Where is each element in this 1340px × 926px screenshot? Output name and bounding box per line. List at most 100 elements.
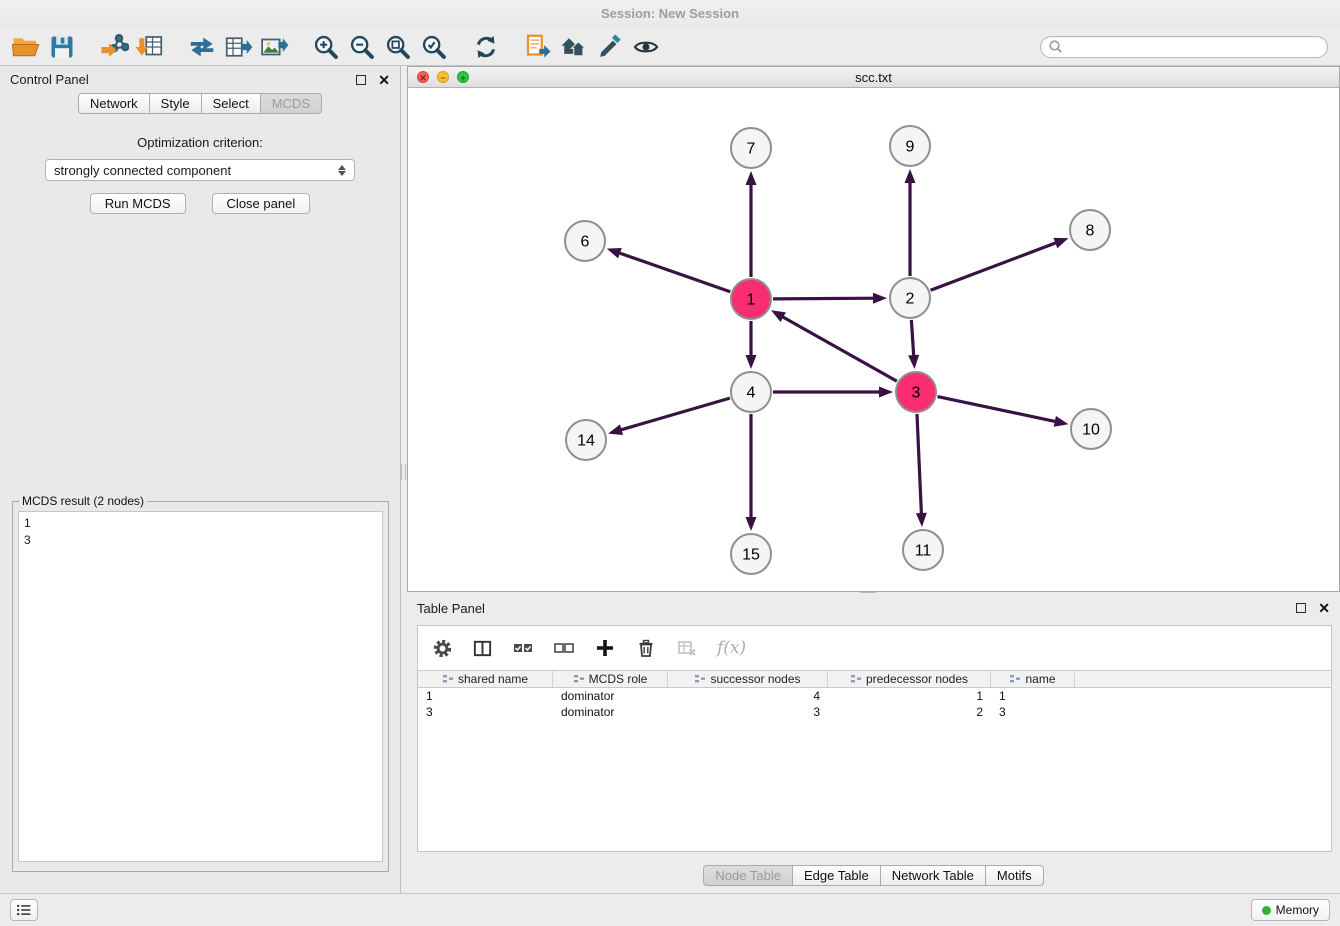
memory-button[interactable]: Memory	[1251, 899, 1330, 921]
refresh-view-button[interactable]	[468, 31, 504, 63]
graph-edge-2-9[interactable]	[905, 169, 916, 276]
graph-edge-1-7[interactable]	[746, 171, 757, 277]
table-row[interactable]: 1dominator411	[418, 688, 1331, 704]
graph-edge-4-14[interactable]	[608, 398, 730, 435]
add-column-button[interactable]	[594, 637, 616, 659]
table-panel-title: Table Panel	[417, 601, 485, 616]
table-cell: dominator	[553, 704, 668, 720]
deselect-all-rows-button[interactable]	[553, 637, 575, 659]
zoom-in-button[interactable]	[308, 31, 344, 63]
open-session-button[interactable]	[8, 31, 44, 63]
close-table-panel-icon[interactable]: ✕	[1318, 601, 1330, 615]
svg-text:8: 8	[1086, 223, 1095, 240]
import-table-button[interactable]	[132, 31, 168, 63]
select-all-rows-button[interactable]	[512, 637, 534, 659]
table-header-row: shared nameMCDS rolesuccessor nodesprede…	[418, 670, 1331, 688]
graph-node-6[interactable]: 6	[565, 221, 605, 261]
close-window-icon[interactable]: ✕	[417, 71, 429, 83]
tab-network[interactable]: Network	[78, 93, 150, 114]
zoom-out-button[interactable]	[344, 31, 380, 63]
open-folder-icon	[11, 32, 41, 62]
search-input[interactable]	[1063, 40, 1320, 54]
column-header-shared-name[interactable]: shared name	[418, 671, 553, 687]
task-history-button[interactable]	[10, 899, 38, 921]
column-header-predecessor-nodes[interactable]: predecessor nodes	[828, 671, 991, 687]
zoom-selected-button[interactable]	[416, 31, 452, 63]
zoom-fit-button[interactable]	[380, 31, 416, 63]
graph-edge-1-2[interactable]	[773, 293, 887, 304]
tab-mcds[interactable]: MCDS	[260, 93, 322, 114]
table-row[interactable]: 3dominator323	[418, 704, 1331, 720]
function-builder-button[interactable]: f(x)	[717, 638, 746, 658]
table-settings-button[interactable]	[432, 638, 453, 659]
table-cell: 3	[418, 704, 553, 720]
minimize-window-icon[interactable]: −	[437, 71, 449, 83]
window-title: Session: New Session	[601, 6, 739, 21]
graph-edge-4-3[interactable]	[773, 387, 893, 398]
graph-node-7[interactable]: 7	[731, 128, 771, 168]
network-view-window: scc.txt ✕ − + 7968124310141511	[407, 66, 1340, 592]
graph-edge-3-10[interactable]	[938, 397, 1069, 427]
tab-style[interactable]: Style	[149, 93, 202, 114]
graph-edge-2-3[interactable]	[908, 320, 919, 369]
swap-arrows-icon	[187, 32, 217, 62]
maximize-window-icon[interactable]: +	[457, 71, 469, 83]
graph-node-11[interactable]: 11	[903, 530, 943, 570]
tab-node-table[interactable]: Node Table	[703, 865, 793, 886]
memory-label: Memory	[1276, 903, 1319, 917]
float-table-panel-icon[interactable]	[1296, 603, 1306, 613]
control-panel-title: Control Panel	[10, 72, 89, 87]
tab-select[interactable]: Select	[201, 93, 261, 114]
graph-node-4[interactable]: 4	[731, 372, 771, 412]
close-panel-button[interactable]: Close panel	[212, 193, 311, 214]
graph-edge-4-15[interactable]	[746, 414, 757, 531]
home-icon	[559, 32, 589, 62]
graph-node-9[interactable]: 9	[890, 126, 930, 166]
column-header-successor-nodes[interactable]: successor nodes	[668, 671, 828, 687]
home-button[interactable]	[556, 31, 592, 63]
graph-node-8[interactable]: 8	[1070, 210, 1110, 250]
close-panel-icon[interactable]: ✕	[378, 73, 390, 87]
graph-edge-1-4[interactable]	[746, 321, 757, 369]
float-panel-icon[interactable]	[356, 75, 366, 85]
graph-edge-2-8[interactable]	[931, 238, 1069, 290]
run-mcds-button[interactable]: Run MCDS	[90, 193, 186, 214]
export-table-icon	[223, 32, 253, 62]
network-canvas[interactable]: 7 9 6 8 1 2 4 3 10 14 15 11	[408, 89, 1339, 591]
graph-edge-3-11[interactable]	[916, 414, 927, 527]
graph-edge-1-6[interactable]	[607, 248, 731, 292]
select-columns-button[interactable]	[472, 638, 493, 659]
column-header-mcds-role[interactable]: MCDS role	[553, 671, 668, 687]
delete-table-button[interactable]	[676, 637, 698, 659]
result-line: 3	[24, 532, 377, 549]
copy-view-button[interactable]	[520, 31, 556, 63]
graph-edge-3-1[interactable]	[771, 310, 897, 381]
tab-network-table[interactable]: Network Table	[880, 865, 986, 886]
graph-node-10[interactable]: 10	[1071, 409, 1111, 449]
sort-icon	[850, 674, 862, 684]
list-icon	[14, 900, 34, 920]
style-brush-button[interactable]	[592, 31, 628, 63]
delete-column-button[interactable]	[635, 637, 657, 659]
column-header-name[interactable]: name	[991, 671, 1075, 687]
graph-node-1[interactable]: 1	[731, 279, 771, 319]
zoom-fit-icon	[384, 33, 412, 61]
network-graph: 7 9 6 8 1 2 4 3 10 14 15 11	[408, 89, 1339, 591]
tab-edge-table[interactable]: Edge Table	[792, 865, 881, 886]
graph-node-3[interactable]: 3	[896, 372, 936, 412]
import-network-button[interactable]	[96, 31, 132, 63]
graph-node-14[interactable]: 14	[566, 420, 606, 460]
table-cell: 2	[828, 704, 991, 720]
graph-node-2[interactable]: 2	[890, 278, 930, 318]
save-session-button[interactable]	[44, 31, 80, 63]
network-arrows-button[interactable]	[184, 31, 220, 63]
memory-status-icon	[1262, 906, 1271, 915]
tab-motifs[interactable]: Motifs	[985, 865, 1044, 886]
export-table-button[interactable]	[220, 31, 256, 63]
vertical-splitter-handle[interactable]	[401, 464, 406, 480]
export-image-button[interactable]	[256, 31, 292, 63]
criterion-dropdown[interactable]: strongly connected component	[45, 159, 355, 181]
graph-node-15[interactable]: 15	[731, 534, 771, 574]
search-box[interactable]	[1040, 36, 1328, 58]
show-graphics-button[interactable]	[628, 31, 664, 63]
